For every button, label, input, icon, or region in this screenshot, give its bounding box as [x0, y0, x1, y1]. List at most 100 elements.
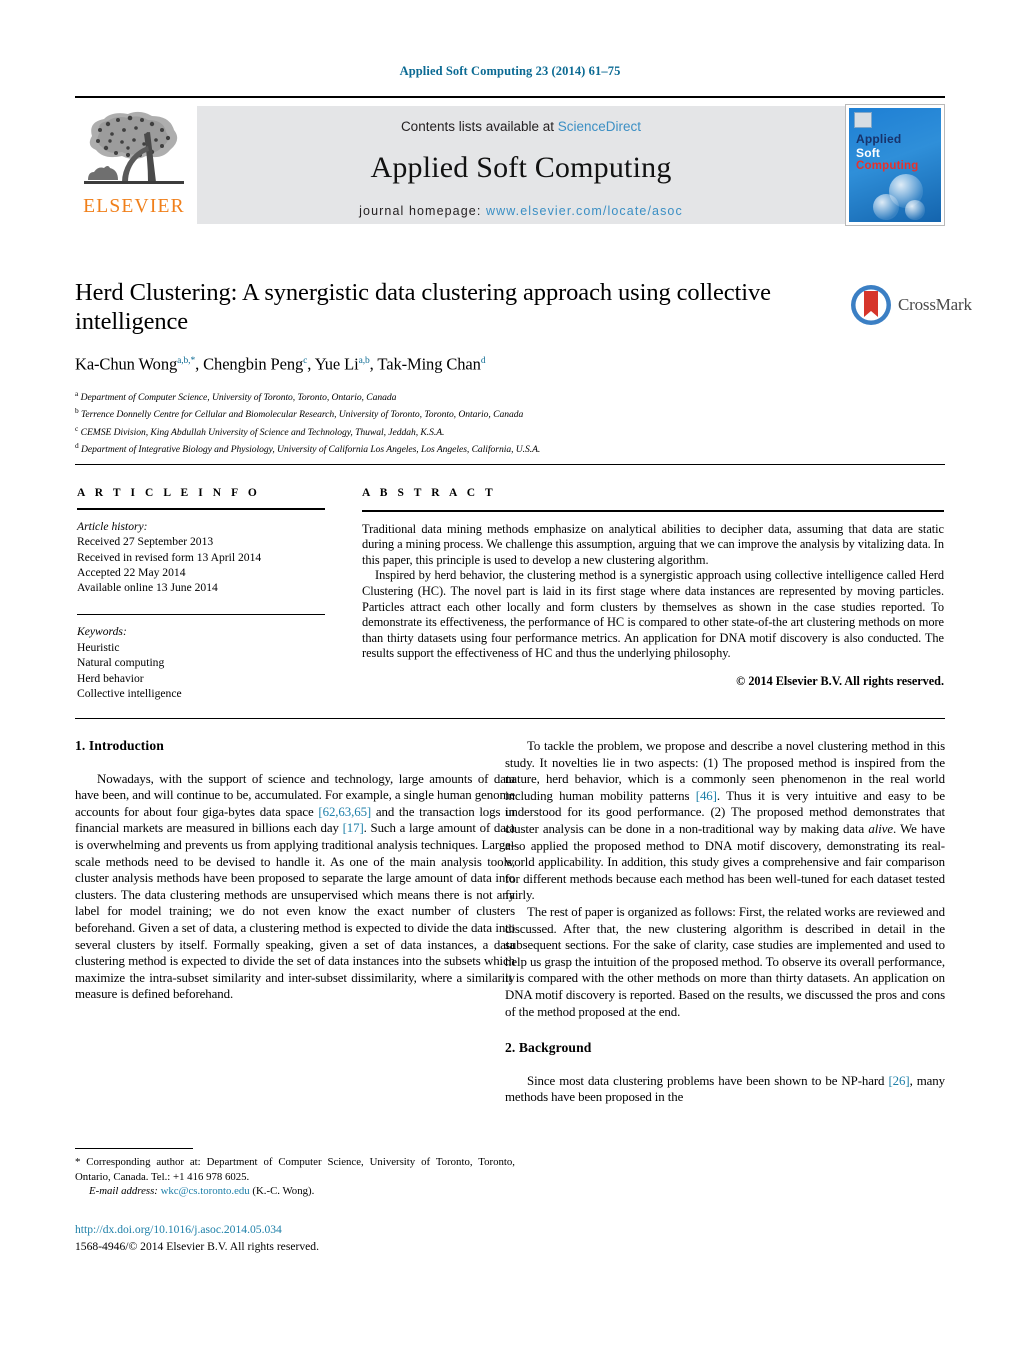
doi-block: http://dx.doi.org/10.1016/j.asoc.2014.05… [75, 1222, 515, 1255]
author-name: Ka-Chun Wong [75, 354, 178, 374]
affiliation-text: CEMSE Division, King Abdullah University… [80, 426, 445, 438]
affiliation-item: b Terrence Donnelly Centre for Cellular … [75, 404, 775, 422]
journal-title: Applied Soft Computing [370, 151, 672, 184]
cover-title-line2: Soft [856, 146, 881, 160]
section-heading-background: 2. Background [505, 1040, 592, 1056]
body-paragraph: To tackle the problem, we propose and de… [505, 738, 945, 904]
email-label: E-mail address: [89, 1184, 158, 1197]
author-affiliation-marker: d [480, 356, 486, 366]
info-band-top-rule [75, 464, 945, 465]
affiliation-list: a Department of Computer Science, Univer… [75, 387, 775, 457]
title-block: Herd Clustering: A synergistic data clus… [75, 278, 775, 457]
abstract-column: A B S T R A C T Traditional data mining … [362, 487, 944, 689]
keywords-rule [77, 613, 325, 616]
keywords-label: Keywords: [77, 625, 127, 639]
article-history-item: Received in revised form 13 April 2014 [77, 550, 262, 564]
abstract-heading: A B S T R A C T [362, 487, 497, 499]
body-column-right: To tackle the problem, we propose and de… [505, 738, 945, 1106]
affiliation-marker: c [75, 423, 79, 433]
affiliation-text: Terrence Donnelly Centre for Cellular an… [81, 409, 524, 421]
paragraph-text: Since most data clustering problems have… [527, 1073, 889, 1088]
author-affiliation-marker: a,b [358, 356, 370, 366]
author-name: Chengbin Peng [203, 354, 304, 374]
email-suffix: (K.-C. Wong). [249, 1184, 315, 1197]
affiliation-item: c CEMSE Division, King Abdullah Universi… [75, 422, 775, 440]
affiliation-text: Department of Integrative Biology and Ph… [81, 444, 541, 456]
footnote-corresponding-text: * Corresponding author at: Department of… [75, 1156, 515, 1183]
article-history-label: Article history: [77, 519, 148, 533]
abstract-paragraph: Inspired by herd behavior, the clusterin… [362, 568, 944, 661]
section-heading-introduction: 1. Introduction [75, 738, 164, 753]
abstract-copyright: © 2014 Elsevier B.V. All rights reserved… [736, 673, 944, 688]
paragraph-text: . Such a large amount of data is overwhe… [75, 821, 515, 1002]
cover-bubble-icon [873, 194, 899, 220]
paper-page: Applied Soft Computing 23 (2014) 61–75 E… [0, 0, 1020, 1351]
crossmark-icon [850, 284, 892, 326]
body-paragraph: The rest of paper is organized as follow… [505, 904, 945, 1019]
sciencedirect-link[interactable]: ScienceDirect [558, 119, 641, 134]
article-history-item: Received 27 September 2013 [77, 535, 214, 549]
article-info-rule [77, 508, 325, 510]
footnote-email-line: E-mail address: wkc@cs.toronto.edu (K.-C… [75, 1184, 515, 1198]
corresponding-author-footnote: * Corresponding author at: Department of… [75, 1148, 515, 1198]
abstract-rule [362, 510, 944, 512]
affiliation-marker: b [75, 406, 79, 416]
cover-title-line1: Applied [856, 132, 902, 146]
abstract-paragraph: Traditional data mining methods emphasiz… [362, 521, 944, 567]
crossmark-badge[interactable]: CrossMark [850, 282, 972, 328]
journal-homepage-line: journal homepage: www.elsevier.com/locat… [197, 204, 845, 218]
keywords-block: Keywords: Heuristic Natural computing He… [77, 624, 325, 701]
crossmark-label: CrossMark [898, 295, 972, 314]
contents-lists-line: Contents lists available at ScienceDirec… [197, 106, 845, 134]
affiliation-marker: d [75, 441, 79, 451]
journal-cover-thumbnail: Applied Soft Computing [845, 104, 945, 226]
abstract-body: Traditional data mining methods emphasiz… [362, 522, 944, 662]
citation-link[interactable]: [26] [888, 1074, 909, 1088]
keyword-item: Collective intelligence [77, 687, 182, 701]
citation-link[interactable]: [46] [696, 789, 717, 803]
affiliation-text: Department of Computer Science, Universi… [80, 391, 397, 403]
email-link[interactable]: wkc@cs.toronto.edu [161, 1185, 250, 1197]
journal-masthead: ELSEVIER Contents lists available at Sci… [75, 96, 945, 236]
issn-copyright-line: 1568-4946/© 2014 Elsevier B.V. All right… [75, 1240, 319, 1253]
elsevier-logo: ELSEVIER [75, 108, 193, 228]
article-history-item: Accepted 22 May 2014 [77, 565, 186, 579]
author-name: Tak-Ming Chan [377, 354, 481, 374]
contents-lists-prefix: Contents lists available at [400, 119, 558, 134]
keyword-item: Natural computing [77, 656, 165, 670]
citation-link[interactable]: [17] [343, 821, 364, 835]
doi-link[interactable]: http://dx.doi.org/10.1016/j.asoc.2014.05… [75, 1222, 515, 1237]
affiliation-item: a Department of Computer Science, Univer… [75, 387, 775, 405]
elsevier-badge-icon [854, 112, 872, 128]
body-paragraph: Nowadays, with the support of science an… [75, 771, 515, 1003]
cover-title-line3: Computing [856, 160, 919, 172]
page-title: Herd Clustering: A synergistic data clus… [75, 279, 771, 335]
author-name: Yue Li [314, 354, 359, 374]
cover-bubble-icon [905, 200, 925, 220]
keyword-item: Herd behavior [77, 671, 144, 685]
running-head: Applied Soft Computing 23 (2014) 61–75 [399, 64, 621, 78]
article-history-block: Article history: Received 27 September 2… [77, 519, 325, 596]
elsevier-wordmark: ELSEVIER [83, 196, 185, 217]
journal-homepage-link[interactable]: www.elsevier.com/locate/asoc [486, 204, 683, 218]
author-list: Ka-Chun Wonga,b,*, Chengbin Pengc, Yue L… [75, 354, 486, 374]
body-paragraph: Since most data clustering problems have… [505, 1073, 945, 1106]
journal-homepage-label: journal homepage: [359, 204, 482, 218]
article-history-item: Available online 13 June 2014 [77, 581, 218, 595]
author-affiliation-marker: c [303, 356, 308, 366]
emphasized-text: alive [868, 821, 893, 836]
keyword-item: Heuristic [77, 640, 120, 654]
article-info-column: A R T I C L E I N F O Article history: R… [77, 487, 325, 701]
affiliation-marker: a [75, 388, 79, 398]
journal-band: Contents lists available at ScienceDirec… [197, 106, 845, 224]
footnote-rule [75, 1148, 193, 1150]
elsevier-tree-icon [84, 111, 184, 184]
author-affiliation-marker: a,b,* [177, 356, 196, 366]
citation-link[interactable]: [62,63,65] [318, 805, 371, 819]
masthead-top-rule [75, 96, 945, 98]
journal-cover-art: Applied Soft Computing [849, 108, 941, 222]
info-band-bottom-rule [75, 718, 945, 719]
article-info-heading: A R T I C L E I N F O [77, 487, 261, 499]
affiliation-item: d Department of Integrative Biology and … [75, 439, 775, 457]
body-column-left: 1. Introduction Nowadays, with the suppo… [75, 738, 515, 1003]
